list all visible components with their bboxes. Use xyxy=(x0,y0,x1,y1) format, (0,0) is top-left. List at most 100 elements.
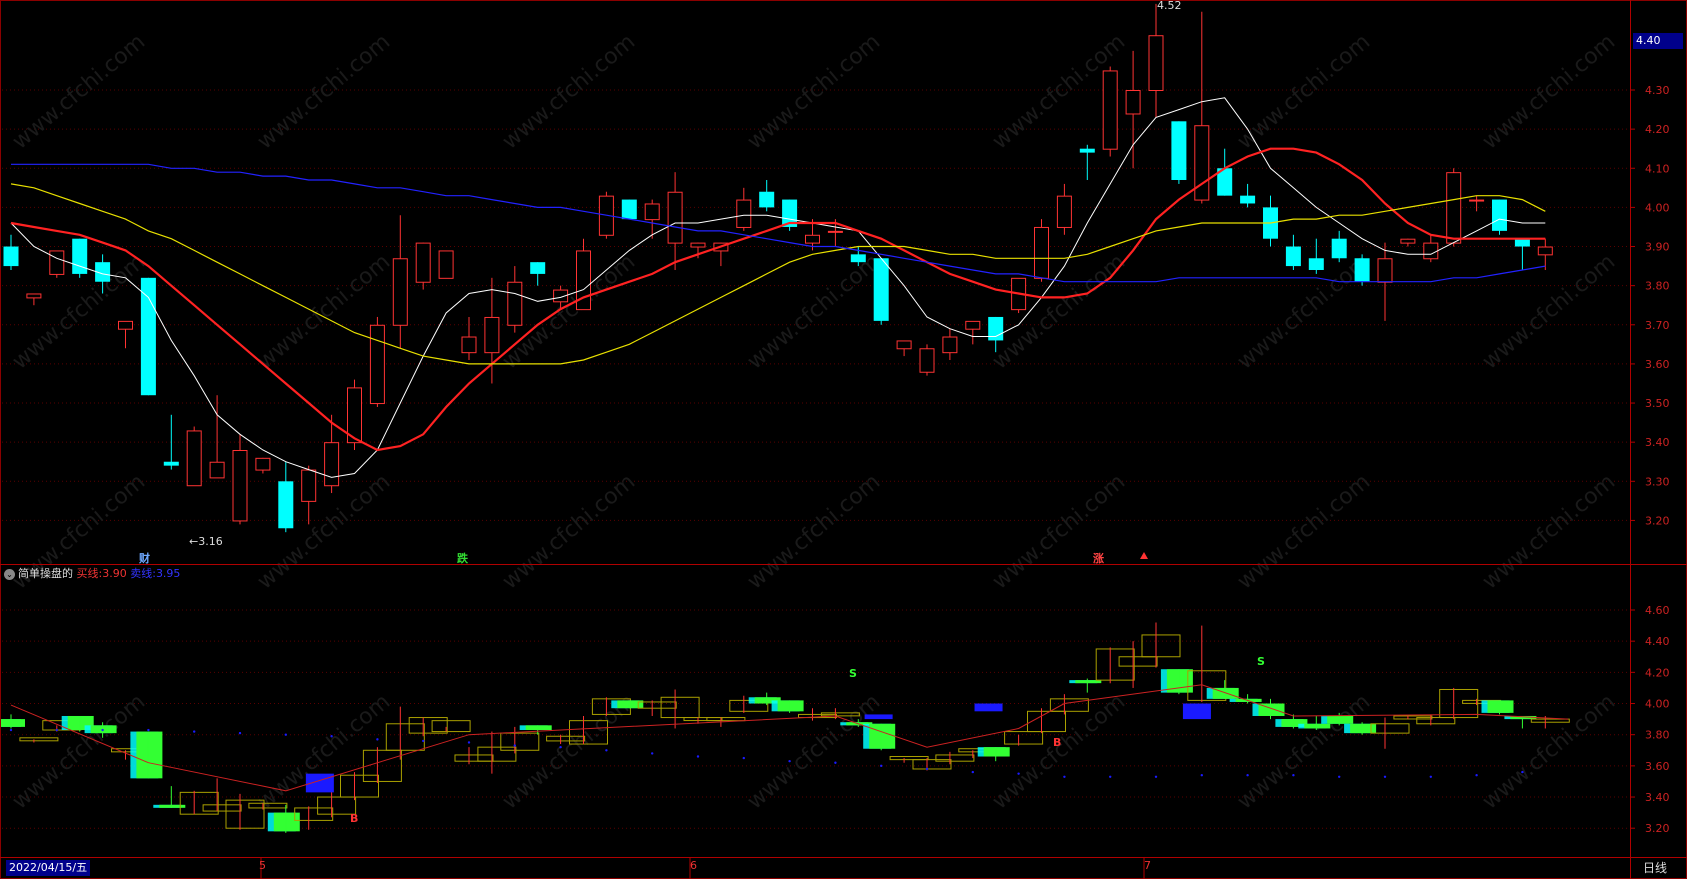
indicator-block-down xyxy=(136,731,163,779)
candlestick xyxy=(140,277,156,396)
candlestick xyxy=(873,258,889,325)
candle-body-up xyxy=(805,234,820,244)
buy-signal-2: B xyxy=(1053,736,1062,749)
indicator-dot xyxy=(880,764,883,768)
indicator-bar xyxy=(500,726,540,754)
grid-layer: www.cfchi.com www.cfchi.com www.cfchi.com w… xyxy=(2,29,1630,829)
indicator-block-up xyxy=(1118,656,1158,667)
indicator-dot xyxy=(101,728,104,732)
indicator-block-down xyxy=(1327,715,1354,724)
candle-body-up xyxy=(324,442,340,487)
candlestick xyxy=(1011,277,1027,314)
indicator-dot xyxy=(422,739,425,743)
watermark-text: www.cfchi.com xyxy=(743,249,885,374)
indicator-block-down xyxy=(90,725,117,734)
indicator-bar xyxy=(729,695,769,760)
candle-body-up xyxy=(667,191,683,244)
indicator-dot xyxy=(1017,772,1020,775)
watermark-text: www.cfchi.com xyxy=(1478,249,1620,374)
candlestick xyxy=(1354,254,1370,286)
candle-body-up xyxy=(1400,238,1416,244)
candlestick xyxy=(369,316,385,407)
event-marker-die[interactable]: 跌 xyxy=(457,550,468,566)
event-marker-cai[interactable]: 财 xyxy=(139,550,150,566)
event-marker-zhang[interactable]: 涨 xyxy=(1093,550,1104,566)
indicator-block-up xyxy=(500,732,540,751)
indicator-block-up xyxy=(1027,710,1066,733)
indicator-block-up xyxy=(408,717,448,734)
indicator-dot xyxy=(330,735,333,738)
candle-body-up xyxy=(1537,246,1553,256)
watermark-text: www.cfchi.com xyxy=(1478,29,1620,154)
candlestick xyxy=(736,187,752,231)
indicator-block-up xyxy=(935,754,975,762)
indicator-dot xyxy=(559,745,562,749)
indicator-bar xyxy=(179,730,219,815)
up-arrow-icon xyxy=(1140,552,1148,559)
indicator-bar xyxy=(19,737,59,743)
candle-body-up xyxy=(736,199,752,228)
indicator-bar xyxy=(0,714,25,732)
indicator-bar xyxy=(225,731,265,830)
candlestick xyxy=(667,172,683,270)
candlestick xyxy=(232,434,248,525)
candlestick xyxy=(1240,183,1256,208)
indicator-bar xyxy=(660,689,700,729)
candlestick xyxy=(1102,66,1118,157)
candlestick xyxy=(255,457,271,474)
indicator-block-down xyxy=(983,747,1010,757)
indicator-block-up xyxy=(477,746,517,762)
watermark-text: www.cfchi.com xyxy=(743,689,885,814)
candle-body-up xyxy=(896,340,912,350)
indicator-block-up xyxy=(1095,648,1135,681)
indicator-name[interactable]: 简单操盘的 xyxy=(18,567,73,580)
indicator-block-down xyxy=(1304,723,1331,729)
indicator-bar xyxy=(1118,641,1158,688)
indicator-dot xyxy=(1200,774,1204,777)
candle-body-down xyxy=(850,254,866,263)
candle-body-up xyxy=(1148,35,1164,91)
candlestick xyxy=(919,344,935,376)
candlestick xyxy=(507,266,523,333)
candle-body-down xyxy=(621,199,637,220)
indicator-block-up xyxy=(706,717,746,722)
candle-body-up xyxy=(1056,195,1072,228)
indicator-bar xyxy=(912,758,952,771)
candlestick xyxy=(186,426,202,487)
candle-body-up xyxy=(1423,242,1439,260)
month-label-7: 7 xyxy=(1144,859,1151,872)
indicator-block-up xyxy=(1370,723,1410,734)
candle-body-down xyxy=(1354,258,1370,282)
candlestick xyxy=(965,320,981,345)
period-label[interactable]: 日线 xyxy=(1643,859,1667,876)
candlestick xyxy=(759,180,775,212)
watermark-text: www.cfchi.com xyxy=(1233,469,1375,594)
candle-body-up xyxy=(1034,226,1049,279)
indicator-dot xyxy=(1109,775,1112,778)
candlestick xyxy=(1331,230,1347,263)
indicator-block-up xyxy=(385,723,425,751)
indicator-dot xyxy=(55,728,58,732)
indicator-dot xyxy=(513,744,516,747)
candle-body-up xyxy=(415,242,431,283)
indicator-bar xyxy=(477,731,517,774)
indicator-toggle-icon[interactable]: ⌄ xyxy=(4,569,15,580)
watermark-text: www.cfchi.com xyxy=(253,29,395,154)
indicator-dot xyxy=(238,731,242,735)
axes-layer: 4.30 4.20 4.10 4.00 3.90 3.80 3.70 3.60 3.50 3.40… xyxy=(0,0,1687,879)
indicator-dot xyxy=(834,761,837,764)
candlestick xyxy=(1148,3,1164,118)
watermark-text: www.cfchi.com xyxy=(1233,29,1375,154)
stock-chart-canvas[interactable]: www.cfchi.com www.cfchi.com www.cfchi.com w… xyxy=(0,0,1687,879)
watermark-text: www.cfchi.com xyxy=(743,29,885,154)
candlestick xyxy=(530,262,546,286)
candlestick xyxy=(1034,219,1049,282)
indicator-signal-block xyxy=(1182,703,1211,720)
indicator-bar xyxy=(1187,625,1227,777)
indicator-block-down xyxy=(159,804,186,808)
month-label-6: 6 xyxy=(690,859,697,872)
candle-body-up xyxy=(301,469,317,502)
candle-body-down xyxy=(72,238,88,274)
indicator-dot xyxy=(1338,775,1341,778)
candlestick xyxy=(1263,195,1278,247)
